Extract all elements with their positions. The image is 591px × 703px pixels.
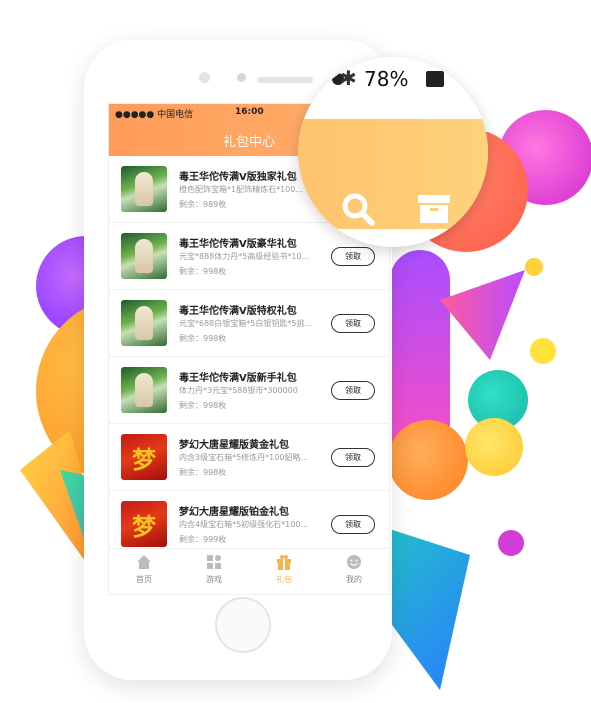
gift-title: 梦幻大唐星耀版铂金礼包 bbox=[179, 507, 289, 518]
game-thumbnail bbox=[121, 233, 167, 279]
claim-button[interactable]: 领取 bbox=[331, 314, 375, 333]
game-thumbnail: 梦 bbox=[121, 434, 167, 480]
gift-description: 内含3级宝石箱*5修炼丹*100貂略... bbox=[179, 453, 309, 462]
gift-description: 元宝*888体力丹*5高级经验书*10... bbox=[179, 252, 310, 261]
gift-remaining: 剩余：998枚 bbox=[179, 267, 227, 276]
tab-games[interactable]: 游戏 bbox=[179, 553, 249, 585]
clock-label: 16:00 bbox=[235, 107, 264, 117]
game-thumbnail bbox=[121, 300, 167, 346]
magnified-header bbox=[298, 119, 488, 229]
game-thumbnail bbox=[121, 367, 167, 413]
carrier-label: ●●●●● 中国电信 bbox=[115, 110, 194, 120]
search-icon[interactable] bbox=[340, 191, 376, 227]
gift-remaining: 剩余：989枚 bbox=[179, 200, 227, 209]
battery-percent: 78% bbox=[364, 67, 409, 91]
home-button[interactable] bbox=[215, 597, 271, 653]
game-thumbnail: 梦 bbox=[121, 501, 167, 547]
zoom-magnifier: ✱ 78% bbox=[298, 57, 488, 247]
gift-remaining: 剩余：999枚 bbox=[179, 535, 227, 544]
pink-triangle-decoration bbox=[440, 270, 525, 360]
gift-description: 体力丹*3元宝*588银币*300000 bbox=[179, 386, 298, 395]
gift-remaining: 剩余：998枚 bbox=[179, 334, 227, 343]
gift-icon bbox=[277, 555, 291, 570]
gift-title: 梦幻大唐星耀版黄金礼包 bbox=[179, 440, 289, 451]
grid-icon bbox=[207, 555, 221, 569]
claim-button[interactable]: 领取 bbox=[331, 381, 375, 400]
tab-label: 首页 bbox=[136, 575, 152, 584]
claim-button[interactable]: 领取 bbox=[331, 448, 375, 467]
gift-remaining: 剩余：998枚 bbox=[179, 401, 227, 410]
smile-icon bbox=[347, 555, 361, 569]
game-thumbnail bbox=[121, 166, 167, 212]
archive-box-icon[interactable] bbox=[416, 193, 452, 225]
home-icon bbox=[137, 555, 151, 569]
gift-title: 毒王华佗传满V版新手礼包 bbox=[179, 373, 297, 384]
gift-description: 内含4级宝石箱*5初级强化石*100... bbox=[179, 520, 309, 529]
tab-label: 我的 bbox=[346, 575, 362, 584]
tab-gifts[interactable]: 礼包 bbox=[249, 553, 319, 585]
claim-button[interactable]: 领取 bbox=[331, 515, 375, 534]
bluetooth-icon: ✱ bbox=[340, 66, 357, 90]
gift-remaining: 剩余：998枚 bbox=[179, 468, 227, 477]
proximity-sensor bbox=[237, 73, 246, 82]
tab-profile[interactable]: 我的 bbox=[319, 553, 389, 585]
magnified-status-bar: ✱ 78% bbox=[298, 57, 488, 119]
gift-description: 元宝*688白银宝箱*5白银钥匙*5挑... bbox=[179, 319, 313, 328]
tab-home[interactable]: 首页 bbox=[109, 553, 179, 585]
gift-title: 毒王华佗传满V版特权礼包 bbox=[179, 306, 297, 317]
front-camera bbox=[199, 72, 210, 83]
battery-icon bbox=[426, 71, 444, 87]
gift-list-item[interactable]: 毒王华佗传满V版新手礼包 体力丹*3元宝*588银币*300000 剩余：998… bbox=[109, 357, 389, 424]
tab-label: 礼包 bbox=[276, 575, 292, 584]
claim-button[interactable]: 领取 bbox=[331, 247, 375, 266]
gift-title: 毒王华佗传满V版独家礼包 bbox=[179, 172, 297, 183]
gift-list-item[interactable]: 梦 梦幻大唐星耀版黄金礼包 内含3级宝石箱*5修炼丹*100貂略... 剩余：9… bbox=[109, 424, 389, 491]
tab-label: 游戏 bbox=[206, 575, 222, 584]
gift-list-item[interactable]: 毒王华佗传满V版特权礼包 元宝*688白银宝箱*5白银钥匙*5挑... 剩余：9… bbox=[109, 290, 389, 357]
gift-title: 毒王华佗传满V版豪华礼包 bbox=[179, 239, 297, 250]
bottom-tab-bar: 首页 游戏 礼包 我的 bbox=[109, 548, 389, 594]
